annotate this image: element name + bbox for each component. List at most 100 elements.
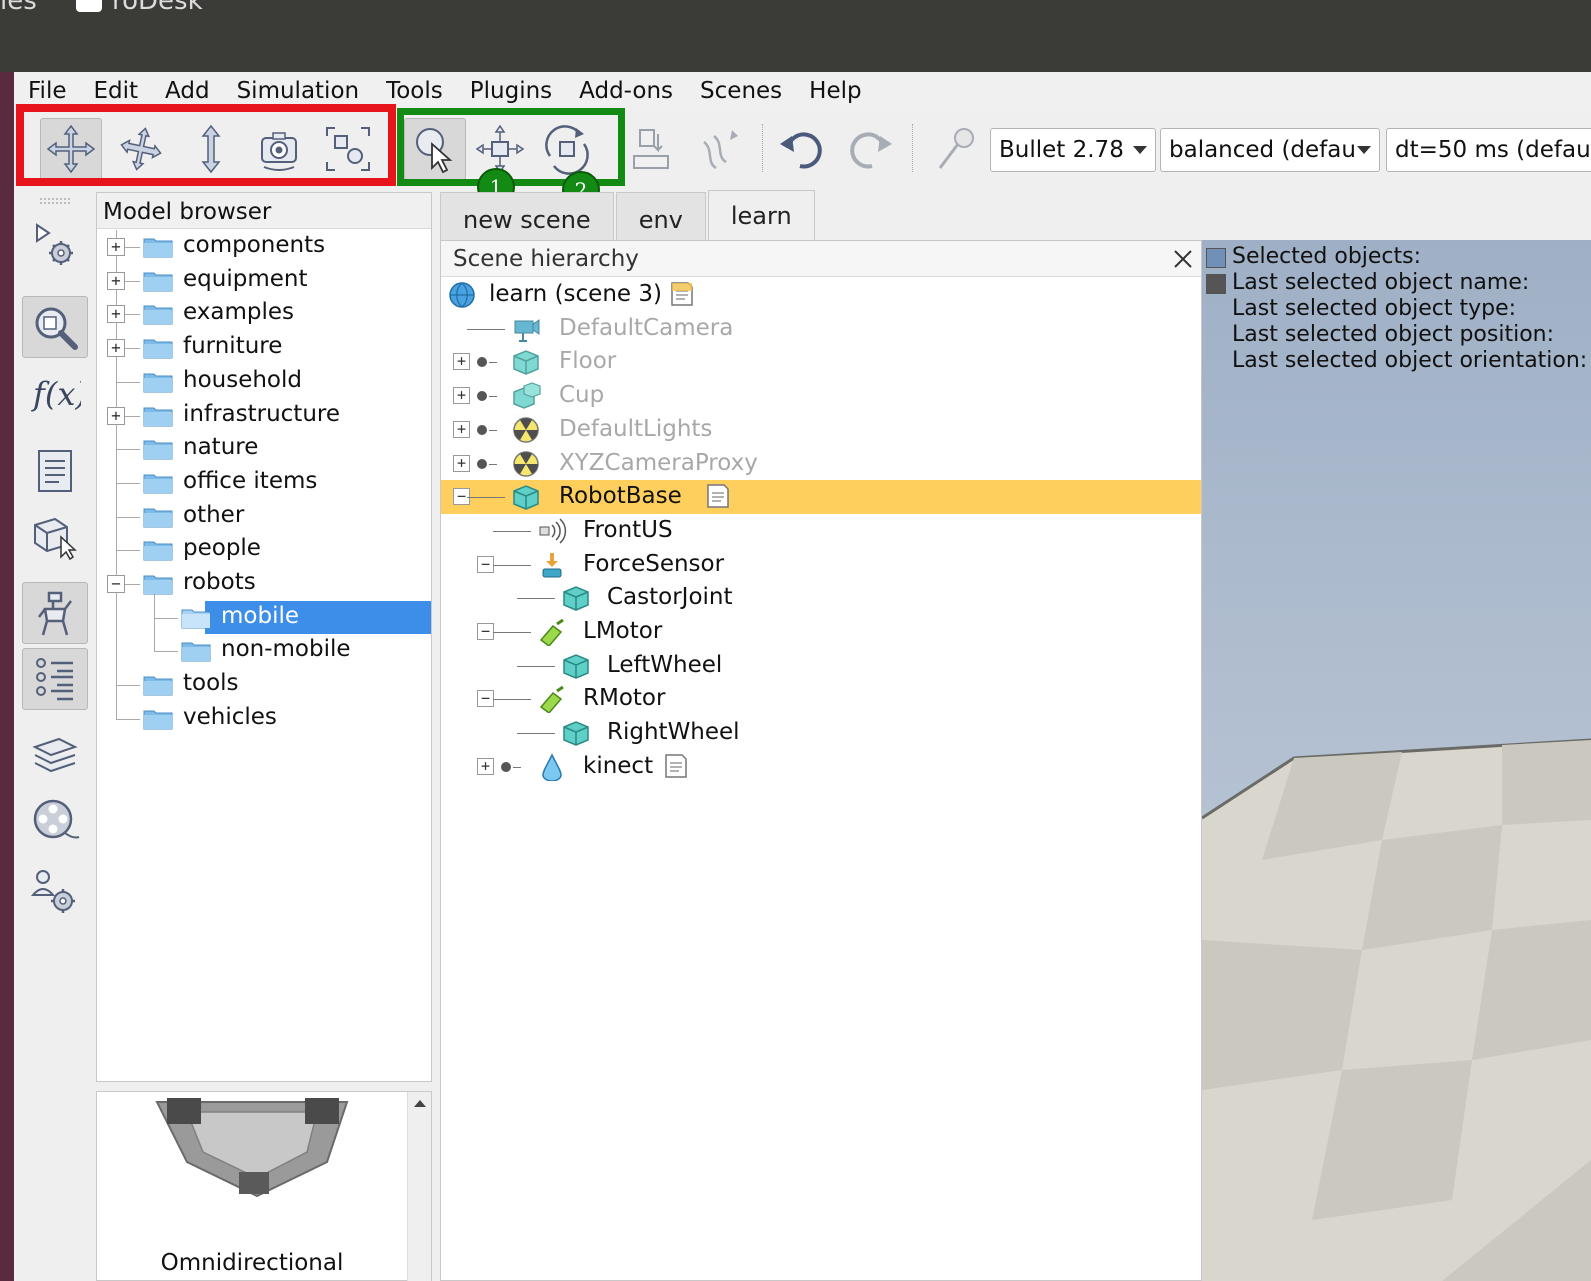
model-folder-infrastructure[interactable]: + infrastructure <box>97 399 431 432</box>
scene-object-floor[interactable]: + Floor <box>441 345 1201 379</box>
model-folder-examples[interactable]: + examples <box>97 297 431 330</box>
app-title: roDesk <box>76 0 203 16</box>
3d-viewport[interactable]: Selected objects: Last selected object n… <box>1202 240 1591 1281</box>
expand-icon[interactable]: + <box>453 387 470 405</box>
expand-icon[interactable]: + <box>453 454 470 472</box>
selection-button[interactable] <box>22 504 88 566</box>
model-browser-button[interactable] <box>22 582 88 644</box>
magnifier-icon <box>35 307 78 350</box>
scene-object-scene-root[interactable]: learn (scene 3) <box>441 278 1201 312</box>
scene-object-kinect[interactable]: + kinect <box>441 750 1201 784</box>
script-icon[interactable] <box>705 482 731 510</box>
menu-add[interactable]: Add <box>151 78 223 104</box>
model-thumbnail[interactable] <box>147 1092 357 1202</box>
accuracy-select[interactable]: balanced (defau <box>1160 128 1380 172</box>
scene-object-cup[interactable]: + Cup <box>441 379 1201 413</box>
model-base-dot-icon <box>477 357 487 368</box>
transfer-dna-button[interactable] <box>688 118 750 180</box>
menu-help[interactable]: Help <box>795 78 874 104</box>
scene-object-castor-joint[interactable]: CastorJoint <box>441 581 1201 615</box>
scene-object-r-motor[interactable]: − RMotor <box>441 682 1201 716</box>
menu-plugins[interactable]: Plugins <box>456 78 565 104</box>
model-folder-tools[interactable]: tools <box>97 668 431 701</box>
scene-tree: learn (scene 3) DefaultCamera + Floor + Cup + D… <box>441 278 1201 1278</box>
script-icon[interactable] <box>663 752 689 780</box>
model-folder-nature[interactable]: nature <box>97 432 431 465</box>
accuracy-value: balanced (defau <box>1169 137 1356 163</box>
scene-hierarchy-button[interactable] <box>22 648 88 710</box>
scene-object-front-us[interactable]: FrontUS <box>441 514 1201 548</box>
preview-scrollbar[interactable] <box>407 1092 431 1281</box>
expand-icon[interactable]: + <box>453 420 470 438</box>
model-folder-equipment[interactable]: + equipment <box>97 264 431 297</box>
model-folder-non-mobile[interactable]: non-mobile <box>97 634 431 667</box>
expand-icon[interactable]: + <box>453 353 470 371</box>
model-folder-robots[interactable]: − robots <box>97 567 431 600</box>
model-folder-components[interactable]: + components <box>97 230 431 263</box>
expand-icon[interactable]: + <box>107 238 125 256</box>
info-collapse-button[interactable] <box>1206 248 1226 268</box>
user-gear-icon <box>30 870 75 913</box>
collapse-icon[interactable]: − <box>107 575 125 593</box>
scene-object-default-camera[interactable]: DefaultCamera <box>441 312 1201 346</box>
tree-line <box>489 396 497 398</box>
scroll-up-icon[interactable] <box>408 1092 432 1116</box>
model-folder-other[interactable]: other <box>97 500 431 533</box>
dynamics-toggle-button[interactable] <box>924 118 986 180</box>
timestep-select[interactable]: dt=50 ms (defau <box>1386 128 1591 172</box>
menu-scenes[interactable]: Scenes <box>686 78 795 104</box>
scene-object-robot-base[interactable]: − RobotBase <box>441 480 1201 515</box>
redo-button[interactable] <box>840 118 902 180</box>
light-icon <box>513 417 539 443</box>
undo-button[interactable] <box>770 118 832 180</box>
scene-object-l-motor[interactable]: − LMotor <box>441 615 1201 649</box>
calculation-modules-button[interactable]: f(x) <box>22 362 88 424</box>
robot-icon <box>38 591 72 636</box>
model-folder-office-items[interactable]: office items <box>97 466 431 499</box>
menu-tools[interactable]: Tools <box>372 78 456 104</box>
tree-line <box>493 699 531 701</box>
physics-engine-select[interactable]: Bullet 2.78 <box>990 128 1156 172</box>
collections-button[interactable] <box>22 440 88 502</box>
model-folder-furniture[interactable]: + furniture <box>97 331 431 364</box>
menu-add-ons[interactable]: Add-ons <box>565 78 686 104</box>
script-icon[interactable] <box>669 280 695 308</box>
close-icon[interactable] <box>1169 245 1197 273</box>
scene-hierarchy-title: Scene hierarchy <box>453 246 639 272</box>
model-folder-mobile[interactable]: mobile <box>97 600 431 634</box>
collapse-icon[interactable]: − <box>477 623 494 640</box>
assemble-button[interactable] <box>620 118 682 180</box>
scene-object-force-sensor[interactable]: − ForceSensor <box>441 548 1201 582</box>
simulation-settings-button[interactable] <box>22 214 88 276</box>
collapse-icon[interactable]: − <box>477 555 494 573</box>
object-properties-button[interactable] <box>22 296 88 358</box>
tab-new-scene[interactable]: new scene <box>440 192 614 240</box>
tab-learn[interactable]: learn <box>707 190 815 240</box>
model-folder-household[interactable]: household <box>97 365 431 398</box>
menu-edit[interactable]: Edit <box>80 78 152 104</box>
scene-object-xyz-camera-proxy[interactable]: + XYZCameraProxy <box>441 447 1201 481</box>
scene-object-left-wheel[interactable]: LeftWheel <box>441 649 1201 683</box>
tree-line <box>116 381 140 383</box>
model-folder-label: tools <box>183 670 239 697</box>
expand-icon[interactable]: + <box>107 271 125 290</box>
tab-env[interactable]: env <box>615 192 706 240</box>
expand-icon[interactable]: + <box>107 339 125 358</box>
expand-icon[interactable]: + <box>107 406 125 425</box>
user-settings-button[interactable] <box>22 860 88 922</box>
info-toggle-button[interactable] <box>1206 274 1226 294</box>
folder-icon <box>143 710 173 730</box>
layers-button[interactable] <box>22 724 88 786</box>
toolbar-grip <box>40 198 70 204</box>
tree-line <box>489 429 497 431</box>
collapse-icon[interactable]: − <box>477 690 494 708</box>
expand-icon[interactable]: + <box>477 757 494 775</box>
menu-file[interactable]: File <box>14 78 80 104</box>
model-folder-people[interactable]: people <box>97 533 431 566</box>
scene-object-default-lights[interactable]: + DefaultLights <box>441 413 1201 447</box>
menu-simulation[interactable]: Simulation <box>223 78 373 104</box>
video-recorder-button[interactable] <box>22 790 88 852</box>
model-folder-vehicles[interactable]: vehicles <box>97 702 431 735</box>
expand-icon[interactable]: + <box>107 305 125 324</box>
scene-object-right-wheel[interactable]: RightWheel <box>441 716 1201 750</box>
